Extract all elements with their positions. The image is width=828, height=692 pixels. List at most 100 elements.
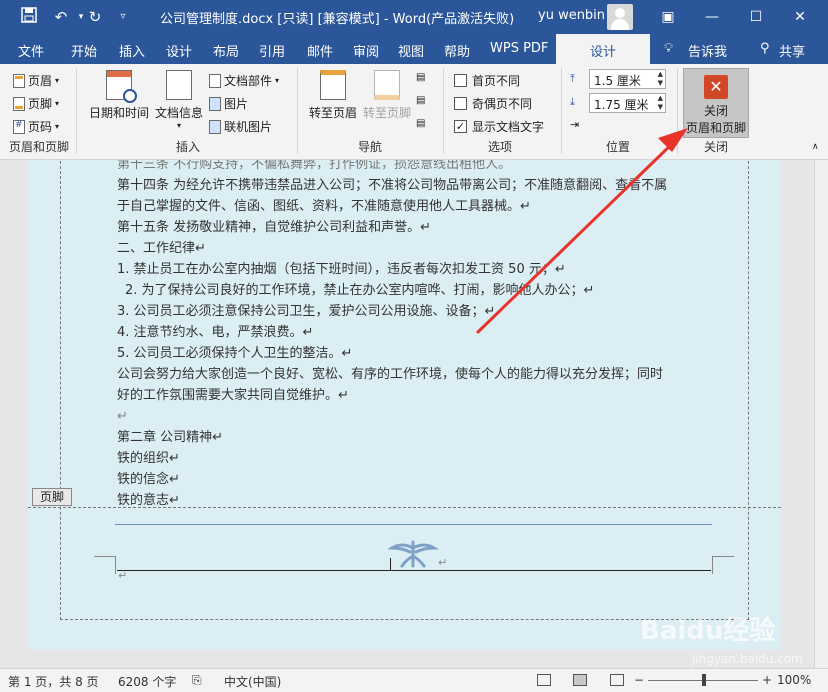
tab-wps-pdf[interactable]: WPS PDF bbox=[490, 41, 548, 56]
tab-references[interactable]: 引用 bbox=[259, 41, 285, 60]
ribbon-tabs: 文件 开始 插入 设计 布局 引用 邮件 审阅 视图 帮助 WPS PDF 设计… bbox=[0, 34, 828, 64]
text-line: 第二章 公司精神↵ bbox=[117, 430, 224, 445]
next-icon[interactable]: ▤ bbox=[416, 95, 425, 106]
body-text[interactable]: 第十三条 不行购支持，不偏私舞弊，打作例证，损怨意线出租他人。 第十四条 为经允… bbox=[117, 160, 717, 511]
crop-mark-left bbox=[94, 556, 116, 574]
minimize-icon[interactable]: — bbox=[697, 4, 727, 30]
status-bar: 第 1 页，共 8 页 6208 个字 ⎘ 中文(中国) − + 100% bbox=[0, 668, 828, 692]
group-label-insert: 插入 bbox=[175, 140, 200, 154]
para-mark: ↵ bbox=[438, 556, 448, 569]
web-layout-icon[interactable] bbox=[610, 674, 624, 686]
customize-toolbar-icon[interactable]: ▿ bbox=[112, 7, 134, 27]
footer-logo-icon bbox=[388, 540, 438, 568]
previous-icon[interactable]: ▤ bbox=[416, 72, 425, 83]
page[interactable]: 第十三条 不行购支持，不偏私舞弊，打作例证，损怨意线出租他人。 第十四条 为经允… bbox=[28, 160, 781, 650]
vertical-scrollbar[interactable] bbox=[814, 160, 828, 668]
text-line: 2. 为了保持公司良好的工作环境，禁止在办公室内喧哗、打闹，影响他人办公；↵ bbox=[125, 283, 595, 298]
goto-header-button[interactable]: 转至页眉 bbox=[306, 70, 360, 121]
calendar-clock-icon bbox=[106, 70, 137, 103]
text-line: 5. 公司员工必须保持个人卫生的整洁。↵ bbox=[117, 346, 353, 361]
footer-button[interactable]: 页脚 ▾ bbox=[13, 95, 59, 112]
link-previous-icon[interactable]: ▤ bbox=[416, 118, 425, 129]
para-mark: ↵ bbox=[118, 569, 128, 582]
tab-mailings[interactable]: 邮件 bbox=[307, 41, 333, 60]
redo-icon[interactable]: ↻ bbox=[84, 7, 106, 27]
proofing-icon[interactable]: ⎘ bbox=[192, 673, 202, 688]
align-tab-icon[interactable]: ⇥ bbox=[570, 118, 579, 131]
watermark: Baidu经验 bbox=[640, 616, 776, 646]
lightbulb-icon: 💡︎ bbox=[664, 41, 674, 56]
goto-header-icon bbox=[320, 70, 346, 100]
tab-design[interactable]: 设计 bbox=[166, 41, 192, 60]
print-layout-icon[interactable] bbox=[573, 674, 587, 686]
zoom-out-icon[interactable]: − bbox=[634, 673, 644, 687]
collapse-ribbon-icon[interactable]: ∧ bbox=[812, 142, 819, 152]
share-button[interactable]: 共享 bbox=[779, 41, 805, 60]
zoom-slider-thumb[interactable] bbox=[702, 674, 706, 686]
footer-boundary bbox=[28, 507, 781, 508]
goto-footer-button: 转至页脚 bbox=[360, 70, 414, 121]
text-line: 于自己掌握的文件、信函、图纸、资料，不准随意使用他人工具器械。↵ bbox=[117, 199, 531, 214]
document-info-icon bbox=[166, 70, 192, 100]
tab-file[interactable]: 文件 bbox=[18, 41, 44, 60]
close-icon[interactable]: ✕ bbox=[785, 4, 815, 30]
footer-bottom-icon: ⤓ bbox=[570, 95, 575, 108]
avatar[interactable] bbox=[607, 4, 633, 30]
text-line: 第十三条 不行购支持，不偏私舞弊，打作例证，损怨意线出租他人。 bbox=[117, 160, 512, 172]
page-number-icon bbox=[13, 119, 25, 134]
text-line: 铁的组织↵ bbox=[117, 451, 180, 466]
zoom-in-icon[interactable]: + bbox=[762, 673, 772, 687]
read-mode-icon[interactable] bbox=[537, 674, 551, 686]
close-hf-button[interactable]: ✕ 关闭 页眉和页脚 bbox=[683, 68, 749, 138]
ribbon-display-icon[interactable]: ▣ bbox=[653, 4, 683, 30]
datetime-button[interactable]: 日期和时间 bbox=[88, 70, 150, 121]
save-icon[interactable] bbox=[18, 7, 40, 27]
tab-hf-design[interactable]: 设计 bbox=[556, 34, 650, 64]
footer-top-rule bbox=[115, 524, 712, 525]
language[interactable]: 中文(中国) bbox=[224, 673, 281, 690]
page-number-button[interactable]: 页码▾ bbox=[13, 118, 59, 135]
page-count[interactable]: 第 1 页，共 8 页 bbox=[8, 673, 99, 690]
docparts-button[interactable]: 文档部件 ▾ bbox=[209, 72, 279, 89]
tab-home[interactable]: 开始 bbox=[71, 41, 97, 60]
title-bar: ↶ ▾ ↻ ▿ 公司管理制度.docx [只读] [兼容模式] - Word(产… bbox=[0, 0, 828, 34]
text-line: 第十四条 为经允许不携带违禁品进入公司；不准将公司物品带离公司；不准随意翻阅、查… bbox=[117, 178, 668, 193]
crop-mark-right bbox=[712, 556, 734, 574]
text-line: 二、工作纪律↵ bbox=[117, 241, 206, 256]
tell-me[interactable]: 告诉我 bbox=[688, 41, 727, 60]
first-page-different-checkbox[interactable]: 首页不同 bbox=[454, 72, 520, 89]
tab-help[interactable]: 帮助 bbox=[444, 41, 470, 60]
group-label-hf: 页眉和页脚 bbox=[8, 140, 69, 154]
odd-even-different-checkbox[interactable]: 奇偶页不同 bbox=[454, 95, 532, 112]
header-icon bbox=[13, 73, 25, 88]
user-name[interactable]: yu wenbin bbox=[538, 8, 605, 23]
text-line: 第十五条 发扬敬业精神，自觉维护公司利益和声誉。↵ bbox=[117, 220, 432, 235]
group-label-close: 关闭 bbox=[703, 140, 728, 154]
text-line: 3. 公司员工必须注意保持公司卫生，爱护公司公用设施、设备；↵ bbox=[117, 304, 496, 319]
undo-icon[interactable]: ↶ bbox=[50, 7, 72, 27]
header-button[interactable]: 页眉 ▾ bbox=[13, 72, 59, 89]
footer-bottom-rule bbox=[117, 570, 711, 571]
tab-layout[interactable]: 布局 bbox=[213, 41, 239, 60]
zoom-level[interactable]: 100% bbox=[777, 673, 811, 687]
tab-insert[interactable]: 插入 bbox=[119, 41, 145, 60]
word-count[interactable]: 6208 个字 bbox=[118, 673, 176, 690]
online-picture-button[interactable]: 联机图片 bbox=[209, 118, 272, 135]
group-label-nav: 导航 bbox=[357, 140, 382, 154]
online-picture-icon bbox=[209, 119, 221, 134]
docinfo-button[interactable]: 文档信息 ▾ bbox=[152, 70, 206, 130]
person-icon: ⚲ bbox=[760, 41, 770, 56]
text-line: 铁的信念↵ bbox=[117, 472, 180, 487]
ribbon-body: 页眉▾ 页脚▾ 页码▾ 页眉和页脚 日期和时间 文档信息▾ 文档部件▾ 图片 联… bbox=[0, 64, 828, 160]
maximize-icon[interactable]: ☐ bbox=[741, 4, 771, 30]
footer-label-tag: 页脚 bbox=[32, 488, 72, 506]
picture-button[interactable]: 图片 bbox=[209, 95, 248, 112]
tab-review[interactable]: 审阅 bbox=[353, 41, 379, 60]
footer-bottom-input[interactable]: 1.75 厘米 ▲ ▼ bbox=[589, 93, 666, 113]
document-parts-icon bbox=[209, 73, 221, 88]
text-line: ↵ bbox=[117, 409, 128, 424]
show-document-text-checkbox[interactable]: ✓ 显示文档文字 bbox=[454, 118, 544, 135]
tab-view[interactable]: 视图 bbox=[398, 41, 424, 60]
group-label-position: 位置 bbox=[605, 140, 630, 154]
header-top-input[interactable]: 1.5 厘米 ▲ ▼ bbox=[589, 69, 666, 89]
